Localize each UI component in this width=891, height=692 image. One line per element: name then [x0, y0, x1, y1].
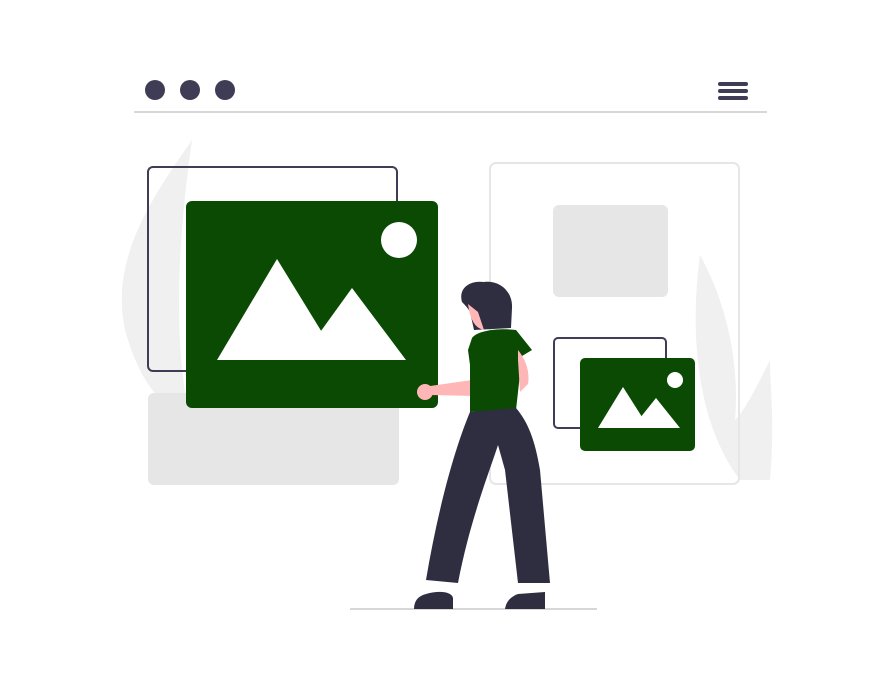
leaf-left	[121, 140, 192, 420]
window-dot-1[interactable]	[145, 80, 165, 100]
image-card-large-sun-icon	[381, 222, 417, 258]
image-card-large[interactable]	[186, 201, 438, 408]
hamburger-menu-icon[interactable]	[718, 82, 748, 100]
window-controls[interactable]	[145, 80, 235, 100]
leaf-right	[695, 255, 773, 480]
person-pants	[426, 408, 550, 583]
person-shoe-right	[505, 592, 545, 609]
window-dot-2[interactable]	[180, 80, 200, 100]
image-card-small-sun-icon	[667, 372, 683, 388]
window-dot-3[interactable]	[215, 80, 235, 100]
image-card-small[interactable]	[580, 358, 695, 451]
right-panel-placeholder	[553, 205, 668, 297]
image-card-small-bg	[580, 358, 695, 451]
person-back-arm	[518, 350, 529, 392]
illustration-canvas	[0, 0, 891, 692]
illustration-svg	[121, 80, 773, 610]
person-shoe-left	[414, 591, 453, 609]
person-hand	[417, 384, 433, 400]
